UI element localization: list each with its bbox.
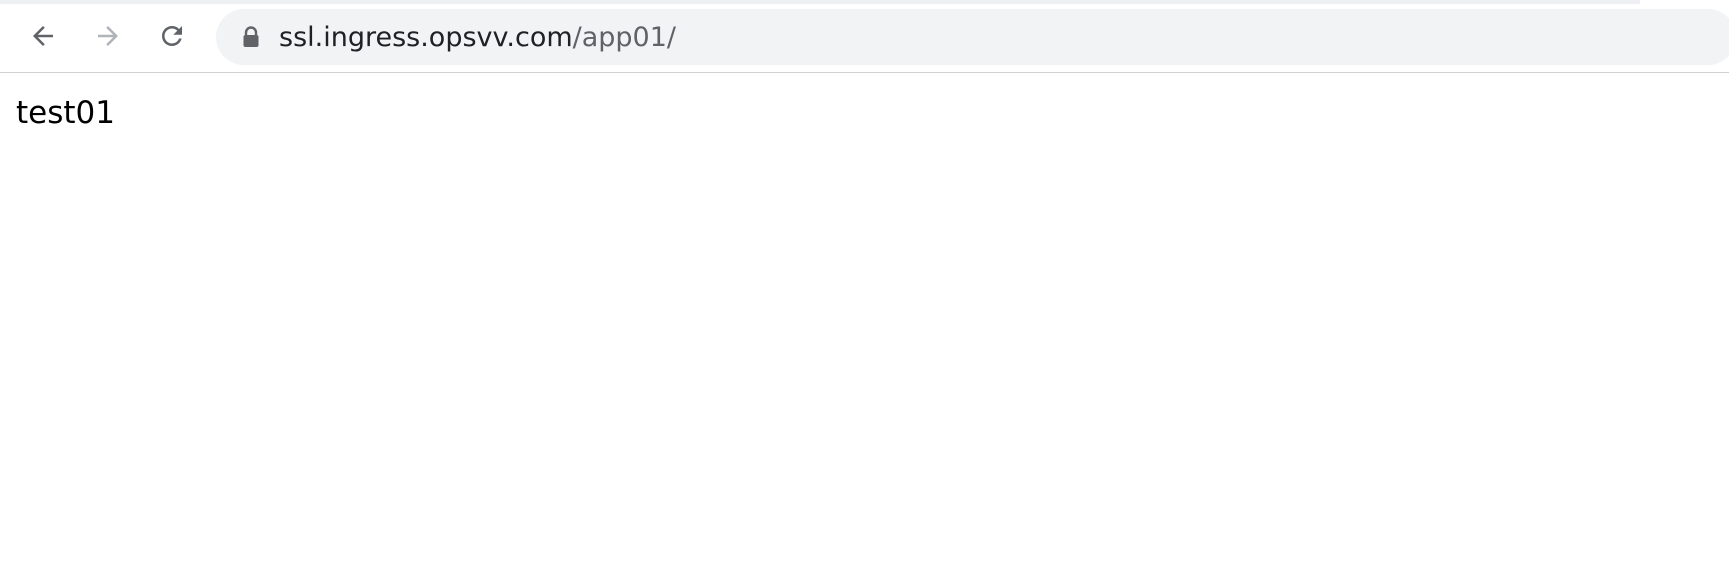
arrow-right-icon — [93, 21, 123, 51]
url-host: ssl.ingress.opsvv.com — [279, 21, 573, 53]
forward-button[interactable] — [86, 14, 130, 58]
url-text[interactable]: ssl.ingress.opsvv.com/app01/ — [279, 22, 676, 53]
back-button[interactable] — [21, 14, 65, 58]
page-content: test01 — [16, 93, 115, 133]
url-path: /app01/ — [572, 21, 677, 53]
lock-icon[interactable] — [241, 25, 261, 49]
reload-button[interactable] — [150, 14, 194, 58]
tab-strip-edge — [0, 0, 1640, 4]
page-body-text: test01 — [16, 95, 115, 131]
reload-icon — [157, 21, 187, 51]
address-bar[interactable]: ssl.ingress.opsvv.com/app01/ — [216, 9, 1729, 65]
browser-toolbar: ssl.ingress.opsvv.com/app01/ — [0, 0, 1729, 73]
arrow-left-icon — [28, 21, 58, 51]
